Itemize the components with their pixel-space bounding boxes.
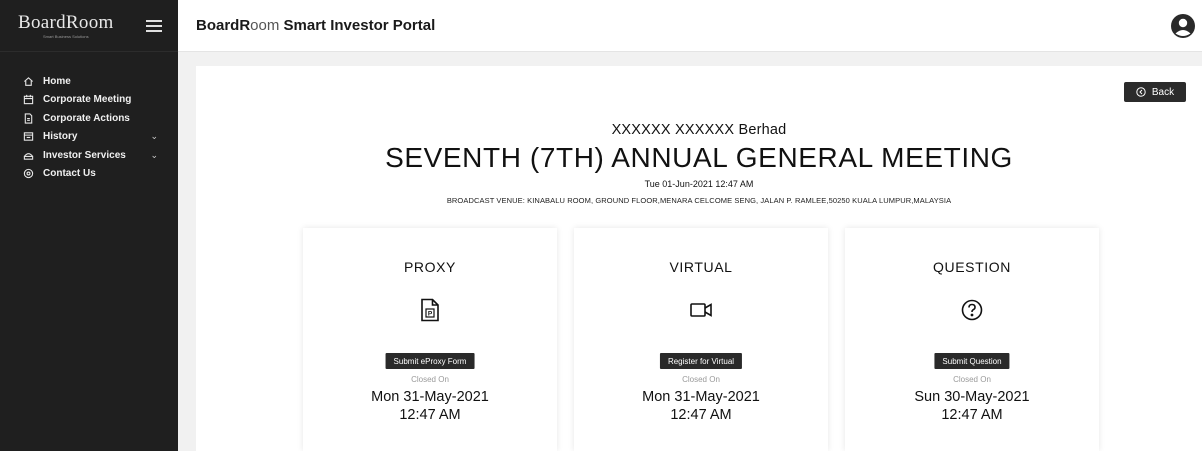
sidebar-nav: Home Corporate Meeting Corporate Actions… <box>0 52 178 183</box>
broadcast-venue: BROADCAST VENUE: KINABALU ROOM, GROUND F… <box>446 196 952 205</box>
action-cards: PROXY P Submit eProxy Form Closed On Mon… <box>303 228 1099 451</box>
services-icon <box>23 150 34 161</box>
page-title: BoardRoom Smart Investor Portal <box>196 17 435 34</box>
top-bar: BoardRoom Smart Investor Portal <box>178 0 1202 52</box>
boardroom-logo[interactable]: BoardRoom Smart Business Solutions <box>18 13 114 39</box>
card-title: QUESTION <box>933 259 1011 275</box>
closing-time: 12:47 AM <box>670 407 732 423</box>
calendar-icon <box>23 94 34 105</box>
sidebar-item-home[interactable]: Home <box>0 72 178 91</box>
sidebar-item-label: Corporate Actions <box>43 112 130 124</box>
submit-question-button[interactable]: Submit Question <box>934 353 1010 369</box>
closing-date: Mon 31-May-2021 <box>642 389 760 405</box>
sidebar-item-label: Corporate Meeting <box>43 94 132 106</box>
closing-datetime: Mon 31-May-2021 12:47 AM <box>574 388 828 424</box>
proxy-document-icon: P <box>419 298 441 322</box>
sidebar-item-label: History <box>43 131 78 143</box>
sidebar: BoardRoom Smart Business Solutions Home … <box>0 0 178 451</box>
proxy-card: PROXY P Submit eProxy Form Closed On Mon… <box>303 228 557 451</box>
home-icon <box>23 76 34 87</box>
chevron-down-icon: ⌄ <box>150 131 158 142</box>
sidebar-item-label: Investor Services <box>43 149 126 161</box>
closed-on-label: Closed On <box>411 375 449 384</box>
closing-time: 12:47 AM <box>941 407 1003 423</box>
card-title: PROXY <box>403 259 456 275</box>
svg-text:P: P <box>428 311 433 318</box>
video-camera-icon <box>690 298 712 322</box>
back-label: Back <box>1151 86 1175 98</box>
question-icon <box>961 298 983 322</box>
meeting-title: SEVENTH (7TH) ANNUAL GENERAL MEETING <box>385 142 1013 173</box>
sidebar-item-history[interactable]: History ⌄ <box>0 128 178 147</box>
closing-datetime: Mon 31-May-2021 12:47 AM <box>303 388 557 424</box>
logo-subtext: Smart Business Solutions <box>43 33 89 39</box>
document-icon <box>23 113 34 124</box>
hamburger-menu-icon[interactable] <box>146 19 162 32</box>
title-part: Smart Investor Portal <box>279 17 436 34</box>
virtual-card: VIRTUAL Register for Virtual Closed On M… <box>574 228 828 451</box>
title-accent: oom <box>250 17 280 34</box>
sidebar-item-corporate-actions[interactable]: Corporate Actions <box>0 109 178 128</box>
logo-text: BoardRoom <box>18 11 114 33</box>
submit-eproxy-button[interactable]: Submit eProxy Form <box>385 353 475 369</box>
question-card: QUESTION Submit Question Closed On Sun 3… <box>845 228 1099 451</box>
card-title: VIRTUAL <box>669 259 733 275</box>
location-icon <box>23 168 34 179</box>
closing-datetime: Sun 30-May-2021 12:47 AM <box>845 388 1099 424</box>
back-button[interactable]: Back <box>1124 82 1186 102</box>
closed-on-label: Closed On <box>682 375 720 384</box>
title-part: BoardR <box>196 17 251 34</box>
brand-row: BoardRoom Smart Business Solutions <box>0 0 178 52</box>
sidebar-item-investor-services[interactable]: Investor Services ⌄ <box>0 146 178 165</box>
closing-time: 12:47 AM <box>399 407 461 423</box>
meeting-date: Tue 01-Jun-2021 12:47 AM <box>644 179 754 189</box>
chevron-down-icon: ⌄ <box>150 149 158 160</box>
sidebar-item-label: Home <box>43 75 71 87</box>
register-virtual-button[interactable]: Register for Virtual <box>659 353 743 369</box>
closing-date: Mon 31-May-2021 <box>371 389 489 405</box>
sidebar-item-contact-us[interactable]: Contact Us <box>0 165 178 184</box>
back-circle-icon <box>1136 87 1146 97</box>
closed-on-label: Closed On <box>953 375 991 384</box>
sidebar-item-label: Contact Us <box>43 168 96 180</box>
sidebar-item-corporate-meeting[interactable]: Corporate Meeting <box>0 91 178 110</box>
history-icon <box>23 131 34 142</box>
closing-date: Sun 30-May-2021 <box>914 389 1030 405</box>
company-name: XXXXXX XXXXXX Berhad <box>611 122 787 138</box>
user-avatar-icon[interactable] <box>1170 13 1196 39</box>
